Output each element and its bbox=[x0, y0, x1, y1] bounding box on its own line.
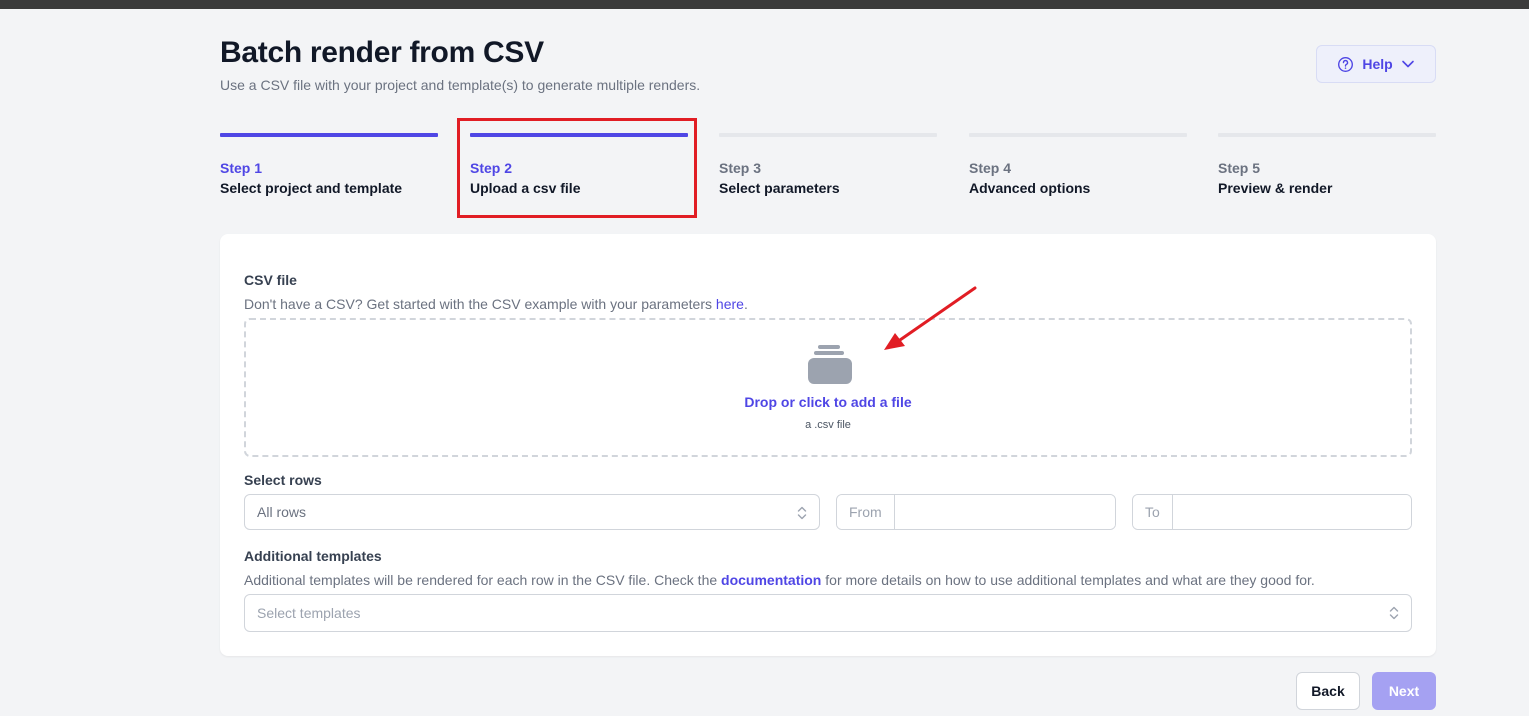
csv-file-label: CSV file bbox=[244, 272, 297, 288]
file-stack-icon bbox=[808, 345, 852, 384]
page-subtitle: Use a CSV file with your project and tem… bbox=[220, 77, 701, 93]
csv-file-hint: Don't have a CSV? Get started with the C… bbox=[244, 296, 748, 312]
csv-example-link[interactable]: here bbox=[716, 296, 744, 312]
next-button[interactable]: Next bbox=[1372, 672, 1436, 710]
step-number: Step 1 bbox=[220, 160, 263, 176]
updown-chevron-icon bbox=[1389, 606, 1399, 620]
help-button-label: Help bbox=[1362, 56, 1393, 72]
step-progress-bar bbox=[1218, 133, 1436, 137]
templates-select-placeholder: Select templates bbox=[257, 605, 361, 621]
dropzone-subtitle: a .csv file bbox=[805, 419, 851, 431]
step-name: Select project and template bbox=[220, 180, 403, 196]
step-progress-bar bbox=[220, 133, 438, 137]
from-row-field: From bbox=[836, 494, 1116, 530]
templates-hint-text: Additional templates will be rendered fo… bbox=[244, 572, 722, 588]
csv-hint-suffix: . bbox=[743, 296, 748, 312]
documentation-link[interactable]: documentation bbox=[721, 572, 821, 588]
from-row-input[interactable] bbox=[894, 495, 1115, 529]
from-addon-label: From bbox=[837, 495, 895, 529]
csv-hint-text: Don't have a CSV? Get started with the C… bbox=[244, 296, 716, 312]
updown-chevron-icon bbox=[797, 506, 807, 520]
help-button[interactable]: Help bbox=[1316, 45, 1436, 83]
step-name: Select parameters bbox=[719, 180, 840, 196]
select-rows-label: Select rows bbox=[244, 472, 322, 488]
step-number: Step 3 bbox=[719, 160, 762, 176]
dropzone-title: Drop or click to add a file bbox=[744, 394, 912, 410]
step-name: Advanced options bbox=[969, 180, 1091, 196]
step-5[interactable]: Step 5 Preview & render bbox=[1218, 133, 1436, 196]
to-addon-label: To bbox=[1133, 495, 1173, 529]
page-title: Batch render from CSV bbox=[220, 36, 544, 69]
additional-templates-hint: Additional templates will be rendered fo… bbox=[244, 572, 1315, 588]
rows-select[interactable]: All rows bbox=[244, 494, 820, 530]
step-name: Preview & render bbox=[1218, 180, 1333, 196]
additional-templates-label: Additional templates bbox=[244, 548, 382, 564]
step-number: Step 4 bbox=[969, 160, 1012, 176]
step-3[interactable]: Step 3 Select parameters bbox=[719, 133, 937, 196]
to-row-field: To bbox=[1132, 494, 1412, 530]
step-number: Step 5 bbox=[1218, 160, 1261, 176]
question-circle-icon bbox=[1338, 56, 1354, 72]
step-progress-bar bbox=[719, 133, 937, 137]
templates-hint-suffix: for more details on how to use additiona… bbox=[821, 572, 1315, 588]
rows-select-value: All rows bbox=[257, 504, 307, 520]
csv-dropzone[interactable]: Drop or click to add a file a .csv file bbox=[244, 318, 1412, 457]
window-top-bar bbox=[0, 0, 1529, 9]
annotation-highlight-box bbox=[457, 118, 697, 218]
step-4[interactable]: Step 4 Advanced options bbox=[969, 133, 1187, 196]
templates-select[interactable]: Select templates bbox=[244, 594, 1412, 632]
step-progress-bar bbox=[969, 133, 1187, 137]
to-row-input[interactable] bbox=[1172, 495, 1411, 529]
chevron-down-icon bbox=[1401, 60, 1414, 68]
upload-card: CSV file Don't have a CSV? Get started w… bbox=[220, 234, 1436, 656]
back-button[interactable]: Back bbox=[1296, 672, 1360, 710]
step-1[interactable]: Step 1 Select project and template bbox=[220, 133, 438, 196]
